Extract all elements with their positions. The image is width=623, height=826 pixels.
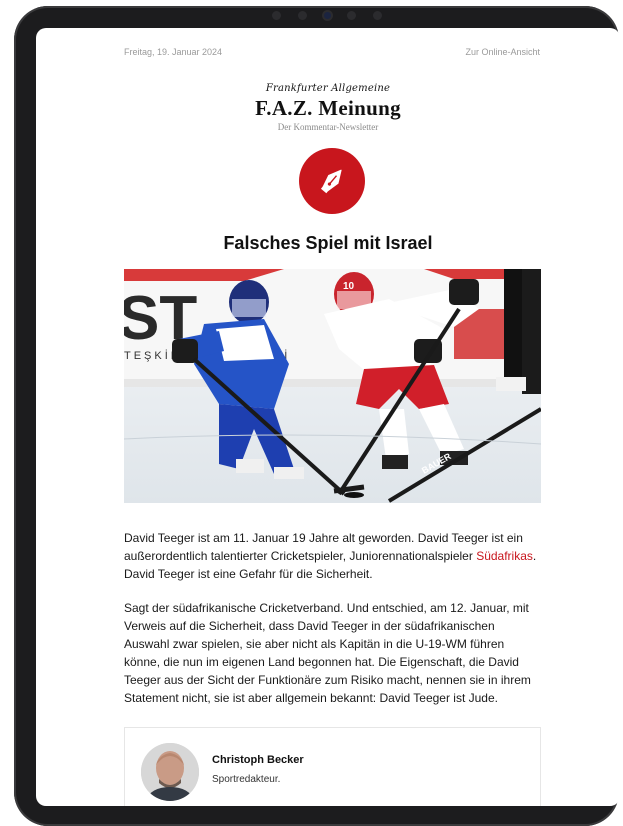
paragraph-text: Sagt der südafrikanische Cricketverband.…	[124, 601, 531, 705]
newsletter-brand: F.A.Z. Meinung	[255, 96, 401, 120]
camera-lens-icon	[323, 11, 331, 19]
online-view-link[interactable]: Zur Online-Ansicht	[465, 47, 540, 57]
author-role: Sportredakteur.	[212, 774, 281, 785]
author-name: Christoph Becker	[212, 754, 304, 766]
sensor-dot	[347, 10, 357, 20]
masthead: Frankfurter Allgemeine F.A.Z. Meinung De…	[36, 83, 620, 132]
article-headline[interactable]: Falsches Spiel mit Israel	[36, 233, 620, 254]
email-screen[interactable]: Freitag, 19. Januar 2024 Zur Online-Ansi…	[36, 28, 620, 806]
paragraph-text: David Teeger ist am 11. Januar 19 Jahre …	[124, 531, 523, 563]
fountain-pen-icon	[299, 148, 365, 214]
newsletter-tagline: Der Kommentar-Newsletter	[277, 122, 379, 132]
article-paragraph-1: David Teeger ist am 11. Januar 19 Jahre …	[124, 529, 541, 583]
camera-bar	[272, 9, 382, 21]
publisher-logo: Frankfurter Allgemeine	[265, 83, 391, 94]
article-hero-image[interactable]: ST TEŞKİLATLANMA LİĞİ 10	[124, 269, 541, 503]
suedafrika-link[interactable]: Südafrikas	[476, 549, 533, 563]
sensor-dot	[272, 10, 281, 20]
sensor-dot	[297, 10, 307, 20]
jersey-number: 10	[343, 281, 355, 292]
author-avatar	[141, 743, 199, 801]
article-paragraph-2: Sagt der südafrikanische Cricketverband.…	[124, 599, 541, 707]
author-card[interactable]: Christoph Becker Sportredakteur.	[124, 727, 541, 806]
newsletter-date: Freitag, 19. Januar 2024	[124, 47, 223, 57]
newsletter-topline: Freitag, 19. Januar 2024 Zur Online-Ansi…	[124, 47, 540, 57]
sensor-dot	[373, 10, 382, 20]
